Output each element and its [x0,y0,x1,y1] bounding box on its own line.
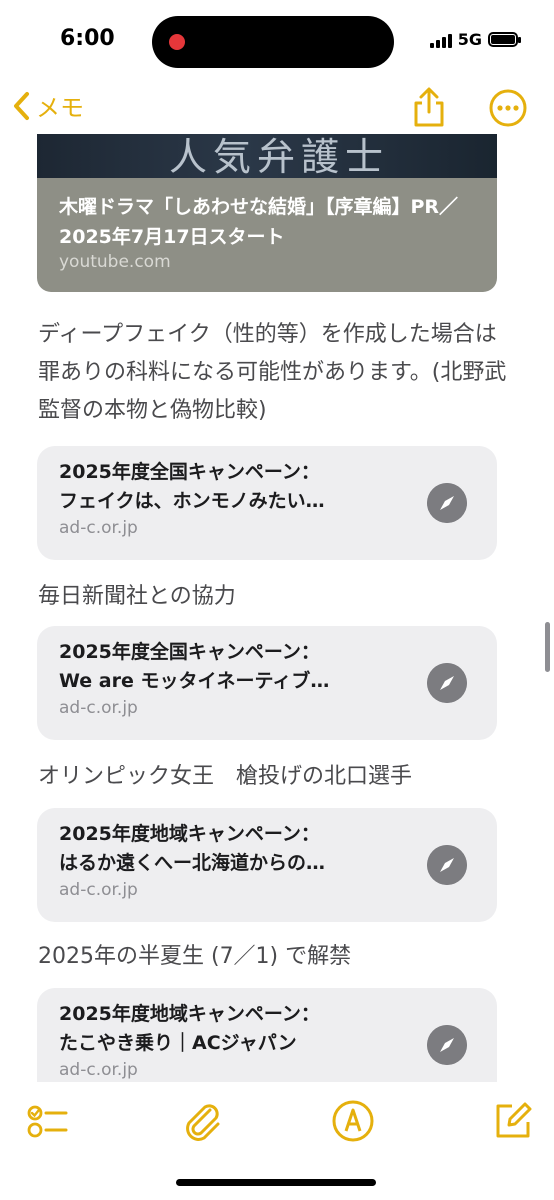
compass-icon [427,1025,467,1065]
cellular-signal-icon [429,32,452,48]
note-body[interactable]: 人気弁護士 木曜ドラマ「しあわせな結婚」【序章編】PR／2025年7月17日スタ… [0,134,554,1082]
recording-indicator-icon [169,34,185,50]
link-title-line2: フェイクは、ホンモノみたい… [59,490,325,512]
back-label: メモ [36,94,84,122]
link-title-line2: たこやき乗り｜ACジャパン [59,1032,297,1054]
link-card[interactable]: 2025年度地域キャンペーン： はるか遠くへー北海道からの… ad-c.or.j… [37,808,497,922]
more-icon[interactable] [488,88,528,128]
chevron-left-icon [14,91,29,120]
battery-icon [488,32,521,47]
dynamic-island [152,16,394,68]
home-indicator[interactable] [176,1179,376,1186]
compass-icon [427,663,467,703]
note-paragraph: 2025年の半夏生 (7／1) で解禁 [38,944,352,969]
compass-icon [427,483,467,523]
status-icons: 5G [429,30,521,49]
link-card[interactable]: 2025年度全国キャンペーン： フェイクは、ホンモノみたい… ad-c.or.j… [37,446,497,560]
thumbnail-text: 人気弁護士 [169,135,390,179]
link-title-line2: We are モッタイネーティブ… [59,670,330,692]
note-paragraph: ディープフェイク（性的等）を作成した場合は罪ありの科料になる可能性があります。(… [38,322,507,423]
link-card[interactable]: 2025年度地域キャンペーン： たこやき乗り｜ACジャパン ad-c.or.jp [37,988,497,1082]
note-paragraph: 毎日新聞社との協力 [38,584,236,609]
link-title-line1: 2025年度全国キャンペーン： [59,461,320,483]
link-title-line2: はるか遠くへー北海道からの… [59,852,326,874]
link-domain: ad-c.or.jp [59,518,138,538]
link-card[interactable]: 2025年度全国キャンペーン： We are モッタイネーティブ… ad-c.o… [37,626,497,740]
note-paragraph: オリンピック女王 槍投げの北口選手 [38,764,413,789]
link-title-line1: 2025年度全国キャンペーン： [59,641,320,663]
link-domain: ad-c.or.jp [59,880,138,900]
video-thumbnail: 人気弁護士 [37,134,497,179]
link-title-line1: 2025年度地域キャンペーン： [59,823,320,845]
status-bar: 6:00 5G [0,0,554,84]
compose-icon[interactable] [490,1098,536,1144]
link-domain: ad-c.or.jp [59,1060,138,1080]
link-title-line1: 2025年度地域キャンペーン： [59,1003,320,1025]
link-domain: ad-c.or.jp [59,698,138,718]
video-link-card[interactable]: 人気弁護士 木曜ドラマ「しあわせな結婚」【序章編】PR／2025年7月17日スタ… [37,134,497,292]
checklist-icon[interactable] [24,1098,70,1144]
scroll-indicator[interactable] [545,622,550,672]
share-icon[interactable] [408,86,450,128]
navigation-bar: メモ [0,84,554,134]
status-time: 6:00 [60,26,115,51]
paperclip-icon[interactable] [180,1098,226,1144]
network-type: 5G [457,30,482,49]
compass-icon [427,845,467,885]
back-button[interactable]: メモ [12,88,84,123]
video-domain: youtube.com [59,252,171,272]
video-title: 木曜ドラマ「しあわせな結婚」【序章編】PR／2025年7月17日スタート [59,196,459,248]
markup-icon[interactable] [330,1098,376,1144]
